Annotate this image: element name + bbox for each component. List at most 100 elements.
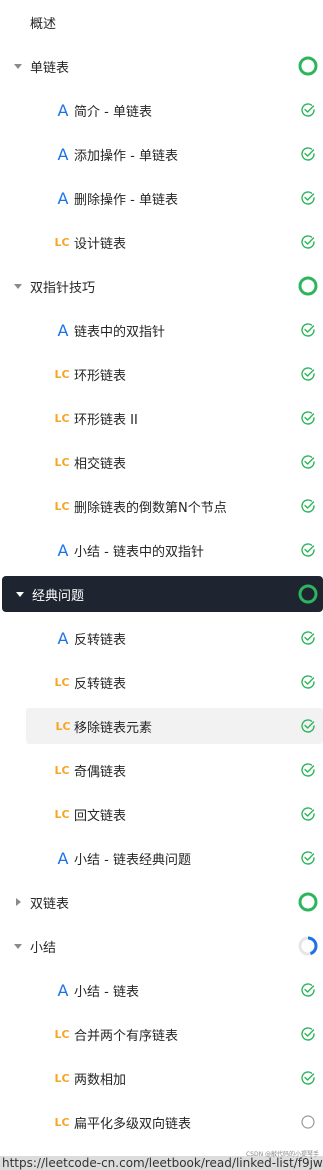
progress-ring-icon bbox=[298, 56, 318, 76]
caret-down-icon[interactable] bbox=[14, 588, 26, 600]
lesson-title: 小结 - 链表中的双指针 bbox=[74, 544, 204, 560]
section-s5[interactable]: 小结 bbox=[0, 924, 323, 968]
check-circle-icon bbox=[300, 982, 316, 998]
lesson-title: 添加操作 - 单链表 bbox=[74, 148, 178, 164]
lesson-item[interactable]: A 小结 - 链表经典问题 bbox=[0, 836, 323, 880]
leetcode-icon: LC bbox=[54, 367, 70, 381]
lesson-title: 反转链表 bbox=[74, 632, 127, 648]
lesson-title: 小结 - 链表 bbox=[74, 984, 139, 1000]
check-circle-icon bbox=[300, 718, 316, 734]
progress-ring-icon bbox=[298, 276, 318, 296]
check-circle-icon bbox=[300, 454, 316, 470]
lesson-item[interactable]: LC 环形链表 bbox=[0, 352, 323, 396]
article-icon: A bbox=[57, 100, 69, 120]
check-circle-icon bbox=[300, 498, 316, 514]
leetcode-icon: LC bbox=[54, 499, 70, 513]
leetcode-icon: LC bbox=[54, 1115, 70, 1129]
lesson-item[interactable]: LC 合并两个有序链表 bbox=[0, 1012, 323, 1056]
check-circle-icon bbox=[300, 1070, 316, 1086]
progress-ring-icon bbox=[298, 584, 318, 604]
lesson-item[interactable]: LC 奇偶链表 bbox=[0, 748, 323, 792]
lesson-item[interactable]: A 反转链表 bbox=[0, 616, 323, 660]
lesson-title: 小结 - 链表经典问题 bbox=[74, 852, 191, 868]
lesson-title: 合并两个有序链表 bbox=[74, 1028, 179, 1044]
lesson-item[interactable]: A 小结 - 链表中的双指针 bbox=[0, 528, 323, 572]
leetcode-icon: LC bbox=[54, 763, 70, 777]
lesson-item[interactable]: LC 两数相加 bbox=[0, 1056, 323, 1100]
check-circle-icon bbox=[300, 806, 316, 822]
lesson-item[interactable]: LC 相交链表 bbox=[0, 440, 323, 484]
lesson-item[interactable]: LC 扁平化多级双向链表 bbox=[0, 1100, 323, 1144]
leetcode-icon: LC bbox=[54, 675, 70, 689]
course-tree: 概述 单链表 A 简介 - 单链表 A 添加操作 - 单链表 A 删除操作 - 单链表 LC 设… bbox=[0, 0, 323, 1144]
check-circle-icon bbox=[300, 366, 316, 382]
check-circle-icon bbox=[300, 322, 316, 338]
progress-ring-icon bbox=[298, 936, 318, 956]
section-s1[interactable]: 单链表 bbox=[0, 44, 323, 88]
leetcode-icon: LC bbox=[54, 807, 70, 821]
lesson-title: 两数相加 bbox=[74, 1072, 127, 1088]
lesson-item[interactable]: LC 设计链表 bbox=[0, 220, 323, 264]
check-circle-icon bbox=[300, 102, 316, 118]
section-title: 小结 bbox=[30, 940, 57, 956]
overview-item[interactable]: 概述 bbox=[0, 0, 323, 44]
lesson-title: 环形链表 bbox=[74, 368, 127, 384]
lesson-item[interactable]: A 删除操作 - 单链表 bbox=[0, 176, 323, 220]
leetcode-icon: LC bbox=[54, 411, 70, 425]
check-circle-icon bbox=[300, 674, 316, 690]
watermark-text: CSDN @敲代码的小提琴手 bbox=[245, 1151, 319, 1158]
progress-ring-icon bbox=[298, 892, 318, 912]
leetcode-icon: LC bbox=[54, 455, 70, 469]
article-icon: A bbox=[57, 848, 69, 868]
check-circle-icon bbox=[300, 850, 316, 866]
lesson-title: 简介 - 单链表 bbox=[74, 104, 152, 120]
lesson-item[interactable]: LC 环形链表 II bbox=[0, 396, 323, 440]
check-circle-icon bbox=[300, 630, 316, 646]
check-circle-icon bbox=[300, 190, 316, 206]
status-url: https://leetcode-cn.com/leetbook/read/li… bbox=[0, 1156, 323, 1170]
article-icon: A bbox=[57, 980, 69, 1000]
lesson-title: 链表中的双指针 bbox=[74, 324, 166, 340]
lesson-item[interactable]: LC 回文链表 bbox=[0, 792, 323, 836]
lesson-item[interactable]: LC 删除链表的倒数第N个节点 bbox=[0, 484, 323, 528]
section-title: 双指针技巧 bbox=[30, 280, 96, 296]
caret-down-icon[interactable] bbox=[12, 940, 24, 952]
article-icon: A bbox=[57, 628, 69, 648]
check-circle-icon bbox=[300, 542, 316, 558]
check-circle-icon bbox=[300, 146, 316, 162]
article-icon: A bbox=[57, 320, 69, 340]
check-circle-icon bbox=[300, 762, 316, 778]
overview-label: 概述 bbox=[30, 16, 57, 32]
caret-down-icon[interactable] bbox=[12, 280, 24, 292]
lesson-item[interactable]: A 简介 - 单链表 bbox=[0, 88, 323, 132]
section-title: 经典问题 bbox=[32, 588, 85, 604]
caret-right-icon[interactable] bbox=[12, 896, 24, 908]
lesson-item[interactable]: A 添加操作 - 单链表 bbox=[0, 132, 323, 176]
lesson-title: 回文链表 bbox=[74, 808, 127, 824]
section-s2[interactable]: 双指针技巧 bbox=[0, 264, 323, 308]
empty-circle-icon bbox=[300, 1114, 316, 1130]
lesson-title: 设计链表 bbox=[74, 236, 127, 252]
lesson-title: 相交链表 bbox=[74, 456, 127, 472]
lesson-title: 反转链表 bbox=[74, 676, 127, 692]
lesson-item[interactable]: LC 反转链表 bbox=[0, 660, 323, 704]
section-title: 单链表 bbox=[30, 60, 70, 76]
leetcode-icon: LC bbox=[54, 235, 70, 249]
article-icon: A bbox=[57, 144, 69, 164]
lesson-title: 奇偶链表 bbox=[74, 764, 127, 780]
leetcode-icon: LC bbox=[55, 719, 71, 733]
article-icon: A bbox=[57, 188, 69, 208]
lesson-title: 删除链表的倒数第N个节点 bbox=[74, 500, 227, 516]
lesson-item[interactable]: LC 移除链表元素 bbox=[26, 708, 323, 744]
leetcode-icon: LC bbox=[54, 1071, 70, 1085]
lesson-title: 删除操作 - 单链表 bbox=[74, 192, 178, 208]
caret-down-icon[interactable] bbox=[12, 60, 24, 72]
lesson-item[interactable]: A 小结 - 链表 bbox=[0, 968, 323, 1012]
section-s3[interactable]: 经典问题 bbox=[2, 576, 323, 612]
check-circle-icon bbox=[300, 1026, 316, 1042]
check-circle-icon bbox=[300, 410, 316, 426]
lesson-item[interactable]: A 链表中的双指针 bbox=[0, 308, 323, 352]
section-s4[interactable]: 双链表 bbox=[0, 880, 323, 924]
lesson-title: 环形链表 II bbox=[74, 412, 138, 428]
check-circle-icon bbox=[300, 234, 316, 250]
